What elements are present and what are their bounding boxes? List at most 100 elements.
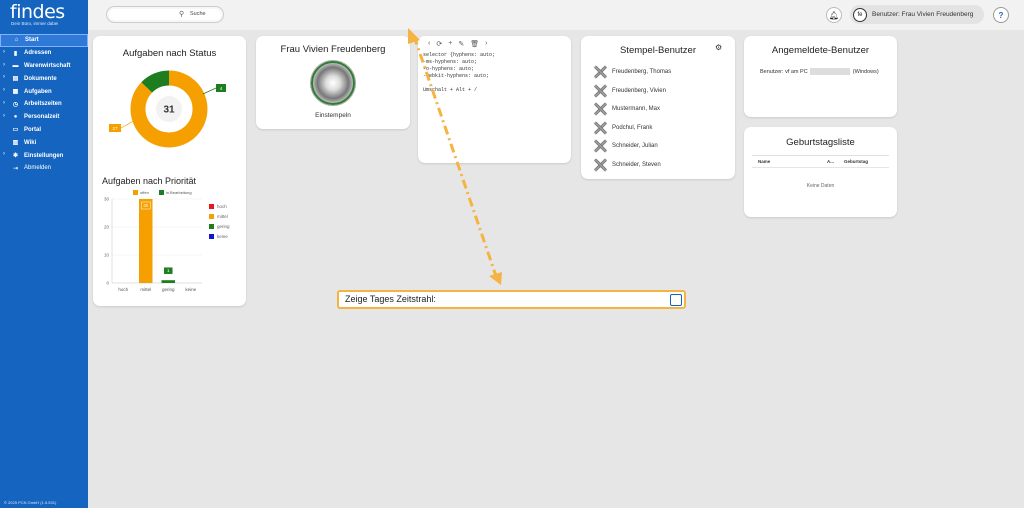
bar-gering[interactable]: [161, 280, 176, 283]
sidebar-item-label: Einstellungen: [24, 152, 64, 159]
y-tick-label: 10: [104, 253, 110, 258]
list-item[interactable]: Freudenberg, Thomas: [593, 63, 671, 82]
tasks-charts: 312740102030hoch30mittel1gering keine: [104, 70, 226, 292]
clock-in-button[interactable]: [311, 61, 355, 105]
x-tick-label: keine: [185, 287, 196, 292]
logo[interactable]: findes Dein Büro, immer dabei: [0, 0, 88, 32]
redacted-pc-name: [810, 68, 851, 75]
editor-content[interactable]: selector {hyphens: auto; -ms-hyphens: au…: [423, 52, 495, 94]
list-item[interactable]: Freudenberg, Vivien: [593, 82, 671, 101]
legend-item-keine[interactable]: keine: [209, 231, 230, 241]
sidebar-item-dokumente[interactable]: › ▤ Dokumente: [0, 72, 88, 85]
sidebar-item-label: Dokumente: [24, 75, 57, 82]
sidebar-item-einstellungen[interactable]: › ✱ Einstellungen: [0, 149, 88, 162]
legend-item-offen[interactable]: offen: [133, 190, 149, 196]
list-item[interactable]: Mustermann, Max: [593, 100, 671, 119]
bell-icon: 🔔︎: [828, 10, 840, 20]
address-icon: ▮: [13, 50, 18, 57]
sidebar-item-abmelden[interactable]: ⇥ Abmelden: [0, 162, 88, 175]
sidebar-item-personalzeit[interactable]: › ● Personalzeit: [0, 111, 88, 124]
refresh-icon[interactable]: ⟳: [436, 40, 442, 48]
timeline-toggle-row: Zeige Tages Zeitstrahl:: [337, 290, 686, 309]
truck-icon: ▬: [12, 62, 19, 69]
clock-icon: ◷: [12, 101, 19, 108]
prev-icon[interactable]: ‹: [428, 40, 430, 48]
notification-bell-button[interactable]: 🔔︎: [826, 7, 842, 23]
sidebar-item-wiki[interactable]: ▥ Wiki: [0, 136, 88, 149]
chevron-right-icon: ›: [3, 112, 5, 119]
sidebar-item-warenwirtschaft[interactable]: › ▬ Warenwirtschaft: [0, 60, 88, 73]
sidebar-item-label: Adressen: [24, 50, 52, 57]
footer-copyright: © 2025 PCN GmbH (1.5.531): [4, 500, 57, 505]
help-button[interactable]: ?: [993, 7, 1009, 23]
donut-center-value: 31: [163, 105, 175, 116]
sidebar-item-arbeitszeiten[interactable]: › ◷ Arbeitszeiten: [0, 98, 88, 111]
topbar: ⚲ Suche 🔔︎ fe Benutzer: Frau Vivien Freu…: [88, 0, 1024, 30]
editor-card: ‹ ⟳ + ✎ 🗑 › selector {hyphens: auto; -ms…: [418, 36, 571, 163]
sidebar-item-label: Arbeitszeiten: [24, 101, 62, 108]
timeline-checkbox[interactable]: [670, 294, 682, 306]
home-icon: ⌂: [14, 37, 19, 44]
user-clock-card: Frau Vivien Freudenberg Einstempeln: [256, 36, 410, 129]
logo-subtitle: Dein Büro, immer dabei: [11, 21, 59, 26]
sidebar-item-aufgaben[interactable]: › ▦ Aufgaben: [0, 85, 88, 98]
x-tick-label: mittel: [140, 287, 151, 292]
document-icon: ▤: [12, 76, 19, 83]
search-label: Suche: [190, 11, 206, 17]
legend-item-gering[interactable]: gering: [209, 221, 230, 231]
chevron-right-icon: ›: [3, 87, 5, 94]
user-menu-button[interactable]: fe Benutzer: Frau Vivien Freudenberg: [850, 5, 984, 24]
sidebar-nav: ⌂ Start › ▮ Adressen › ▬ Warenwirtschaft…: [0, 34, 88, 175]
logged-in-entry: Benutzer: vf am PC (Windows): [760, 68, 879, 75]
x-icon: [593, 84, 607, 98]
list-item[interactable]: Schneider, Julian: [593, 137, 671, 156]
list-item[interactable]: Schneider, Steven: [593, 156, 671, 175]
edit-icon[interactable]: ✎: [458, 40, 464, 48]
annotation-arrowhead-bottom: [489, 272, 502, 285]
column-header-birthday[interactable]: Geburtstag: [844, 159, 868, 164]
editor-line: -o-hyphens: auto;: [423, 66, 475, 72]
chevron-right-icon: ›: [3, 61, 5, 68]
next-icon[interactable]: ›: [485, 40, 487, 48]
chevron-right-icon: ›: [3, 99, 5, 106]
sidebar-item-label: Portal: [24, 126, 42, 133]
chevron-right-icon: ›: [3, 74, 5, 81]
sidebar-item-label: Start: [25, 37, 39, 44]
table-header: Name A... Geburtstag: [752, 156, 889, 168]
sidebar-item-label: Abmelden: [24, 165, 52, 172]
x-icon: [593, 121, 607, 135]
bar-mittel[interactable]: [139, 199, 153, 283]
legend-item-mittel[interactable]: mittel: [209, 211, 230, 221]
stempel-user-list: Freudenberg, Thomas Freudenberg, Vivien …: [593, 63, 671, 174]
sidebar-item-portal[interactable]: ▭ Portal: [0, 124, 88, 137]
y-tick-label: 20: [104, 225, 110, 230]
empty-state: Keine Daten: [806, 183, 835, 189]
sidebar-item-adressen[interactable]: › ▮ Adressen: [0, 47, 88, 60]
editor-line: Umschalt + Alt + /: [423, 87, 478, 93]
search-input[interactable]: ⚲ Suche: [106, 6, 224, 23]
tasks-card: Aufgaben nach Status 31 27 4 0 10 20 30 hoch 30 m…: [93, 36, 246, 306]
sidebar-item-label: Wiki: [24, 139, 37, 146]
sidebar-item-start[interactable]: ⌂ Start: [0, 34, 88, 47]
x-tick-label: hoch: [118, 287, 128, 292]
column-header-age[interactable]: A...: [827, 159, 844, 164]
book-icon: ▥: [12, 140, 19, 147]
gear-icon: ✱: [12, 153, 19, 160]
legend-item-hoch[interactable]: hoch: [209, 201, 230, 211]
add-icon[interactable]: +: [448, 40, 452, 48]
gear-icon[interactable]: ⚙: [715, 43, 722, 52]
user-clock-title: Frau Vivien Freudenberg: [280, 44, 386, 55]
clock-in-label: Einstempeln: [315, 112, 351, 119]
legend-item-in-bearbeitung[interactable]: in Bearbeitung: [158, 190, 192, 196]
column-header-name[interactable]: Name: [752, 159, 827, 164]
trash-icon[interactable]: 🗑: [470, 40, 479, 48]
y-tick-label: 30: [104, 197, 110, 202]
editor-line: -ms-hyphens: auto;: [423, 59, 478, 65]
search-icon: ⚲: [179, 11, 185, 18]
slice-value-offen: 27: [112, 126, 118, 131]
sidebar-item-label: Personalzeit: [24, 114, 60, 121]
list-item[interactable]: Podchul, Frank: [593, 119, 671, 138]
slice-leader-in-bearbeitung: [202, 87, 217, 95]
editor-line: -webkit-hyphens: auto;: [423, 73, 490, 79]
